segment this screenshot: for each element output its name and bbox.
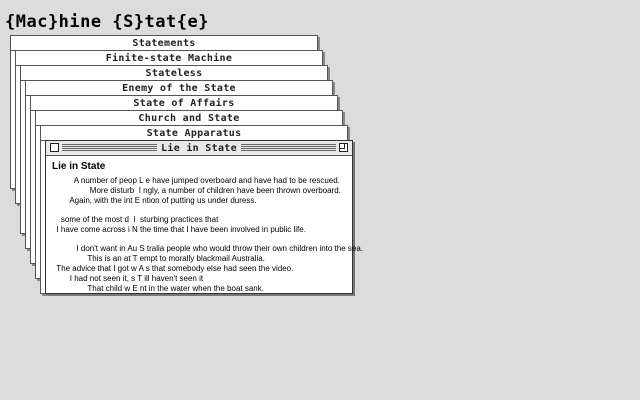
content-heading: Lie in State — [52, 161, 106, 172]
paragraph: I don't want in Au S tralia people who w… — [52, 244, 364, 294]
window-title[interactable]: State of Affairs — [31, 96, 337, 111]
text-line: That child w E nt in the water when the … — [52, 284, 264, 293]
text-line: I had not seen it, s T ill haven't seen … — [52, 274, 204, 283]
window-title-bar[interactable]: Lie in State — [46, 141, 352, 156]
text-line: Again, with the int E ntion of putting u… — [52, 196, 257, 205]
text-line: More disturb I ngly, a number of childre… — [52, 186, 341, 195]
text-line: some of the most d I sturbing practices … — [52, 215, 219, 224]
text-line: This is an at T empt to morally blackmai… — [52, 254, 265, 263]
paragraph: A number of peop L e have jumped overboa… — [52, 176, 346, 206]
text-line: The advice that I got w A s that somebod… — [52, 264, 294, 273]
window-title: Lie in State — [157, 142, 241, 154]
window-title[interactable]: Stateless — [21, 66, 327, 81]
window-title[interactable]: Finite-state Machine — [16, 51, 322, 66]
window-title[interactable]: Church and State — [36, 111, 342, 126]
zoom-box-icon[interactable] — [339, 143, 348, 152]
window-lie-in-state[interactable]: Lie in State Lie in State A number of pe… — [45, 140, 363, 294]
close-box-icon[interactable] — [50, 143, 59, 152]
paragraph: some of the most d I sturbing practices … — [52, 215, 346, 235]
text-line: I don't want in Au S tralia people who w… — [52, 244, 364, 253]
window-stack: Statements Finite-state Machine Stateles… — [0, 0, 640, 400]
text-line: I have come across i N the time that I h… — [52, 225, 306, 234]
window-title[interactable]: State Apparatus — [41, 126, 347, 141]
text-line: A number of peop L e have jumped overboa… — [52, 176, 340, 185]
window-title[interactable]: Statements — [11, 36, 317, 51]
window-title[interactable]: Enemy of the State — [26, 81, 332, 96]
window-content: Lie in State A number of peop L e have j… — [46, 156, 364, 308]
